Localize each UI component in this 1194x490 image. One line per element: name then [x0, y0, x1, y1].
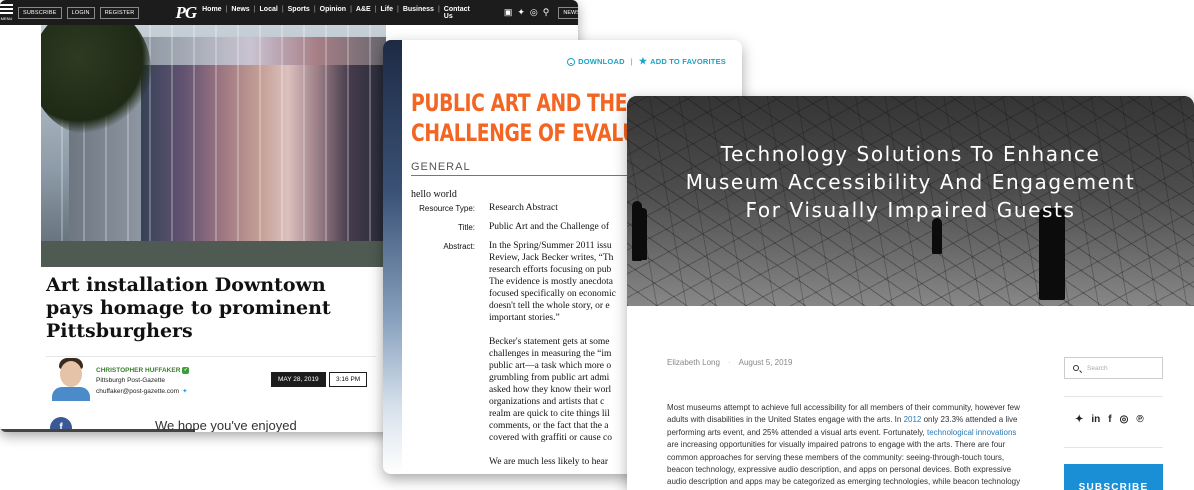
resource-type-value: Research Abstract [489, 203, 558, 213]
meta-separator: · [727, 358, 731, 367]
facebook-icon[interactable]: f [1108, 414, 1111, 425]
author-org: Pittsburgh Post-Gazette [96, 377, 166, 384]
author-email[interactable]: chuffaker@post-gazette.com [96, 388, 179, 395]
download-icon [567, 57, 576, 66]
nav-link-contact[interactable]: Contact Us [444, 6, 470, 20]
link-technological-innovations[interactable]: technological innovations [927, 428, 1016, 437]
article-body: Most museums attempt to achieve full acc… [667, 402, 1029, 490]
pinterest-icon[interactable]: ℗ [1136, 414, 1143, 425]
pg-nav-bar: MENU SUBSCRIBE LOGIN REGISTER PG Home | N… [0, 0, 578, 25]
subscribe-button[interactable]: SUBSCRIBE [18, 6, 62, 19]
nav-link-opinion[interactable]: Opinion [320, 6, 346, 20]
nav-separator: | [350, 5, 352, 13]
facebook-icon[interactable]: ▣ [504, 7, 513, 18]
sidebar-divider [1064, 396, 1163, 397]
nav-separator: | [396, 5, 399, 13]
author-name[interactable]: CHRISTOPHER HUFFAKER [96, 367, 180, 374]
login-button[interactable]: LOGIN [66, 6, 95, 19]
twitter-icon[interactable]: ✦ [517, 7, 525, 18]
register-button[interactable]: REGISTER [99, 6, 140, 19]
avatar-shirt [52, 387, 90, 401]
publish-time: 3:16 PM [329, 372, 368, 387]
search-input[interactable]: Search [1064, 357, 1163, 379]
menu-button[interactable]: MENU [0, 0, 13, 25]
article-meta: Elizabeth Long · August 5, 2019 [667, 358, 792, 367]
afta-sidebar-gradient [383, 40, 402, 474]
action-separator: | [630, 57, 633, 66]
photo-street [41, 241, 386, 267]
nav-link-sports[interactable]: Sports [288, 6, 310, 20]
nav-separator: | [437, 5, 440, 13]
star-icon: ★ [638, 56, 648, 66]
nav-separator: | [374, 5, 377, 13]
search-icon[interactable]: ⚲ [543, 7, 550, 18]
hamburger-icon [0, 4, 13, 6]
link-2012[interactable]: 2012 [904, 415, 922, 424]
nav-separator: | [281, 5, 284, 13]
nav-separator: | [225, 5, 228, 13]
body-text: are increasing opportunities for visuall… [667, 440, 1021, 490]
museum-hero-image: Technology Solutions To Enhance Museum A… [627, 96, 1194, 306]
title-label: Title: [457, 223, 475, 232]
nav-separator: | [313, 5, 316, 13]
resource-type-label: Resource Type: [419, 204, 475, 213]
newsletters-button[interactable]: NEWSLETTERS [558, 6, 578, 19]
download-link[interactable]: DOWNLOAD [578, 57, 625, 66]
article-hero-photo [41, 25, 386, 267]
nav-link-ae[interactable]: A&E [356, 6, 371, 20]
nav-link-business[interactable]: Business [403, 6, 434, 20]
pg-nav-links: Home | News | Local | Sports | Opinion | A&E |… [202, 6, 470, 20]
nav-link-life[interactable]: Life [381, 6, 393, 20]
author-name[interactable]: Elizabeth Long [667, 358, 720, 367]
hamburger-icon-bar [0, 8, 13, 10]
nav-link-news[interactable]: News [231, 6, 249, 20]
twitter-icon[interactable]: ✦ [1075, 414, 1083, 425]
title-line: Museum Accessibility And Engagement [685, 170, 1136, 194]
pg-social-icons: ▣ ✦ ◎ ⚲ [504, 7, 550, 18]
museum-article-window: Technology Solutions To Enhance Museum A… [627, 96, 1194, 490]
article-title: Technology Solutions To Enhance Museum A… [627, 140, 1194, 224]
verified-icon: ✓ [182, 367, 190, 374]
title-value: Public Art and the Challenge of [489, 222, 610, 232]
publish-date: August 5, 2019 [738, 358, 793, 367]
nav-separator: | [253, 5, 256, 13]
linkedin-icon[interactable]: in [1091, 414, 1100, 425]
avatar[interactable] [52, 357, 90, 401]
article-headline: Art installation Downtown pays homage to… [46, 274, 331, 342]
search-placeholder: Search [1087, 364, 1108, 372]
collage: MENU SUBSCRIBE LOGIN REGISTER PG Home | N… [0, 0, 1194, 490]
pg-logo[interactable]: PG [175, 3, 197, 23]
author-name-row: CHRISTOPHER HUFFAKER ✓ [96, 367, 190, 374]
avatar-face [60, 361, 82, 387]
subscribe-button[interactable]: SUBSCRIBE [1064, 464, 1163, 490]
menu-label: MENU [0, 16, 13, 21]
title-line: Technology Solutions To Enhance [720, 142, 1101, 166]
sidebar-divider [1064, 447, 1163, 448]
search-icon [1073, 365, 1079, 371]
instagram-icon[interactable]: ◎ [530, 7, 538, 18]
afta-actions: DOWNLOAD | ★ ADD TO FAVORITES [567, 56, 726, 67]
publish-date: MAY 28, 2019 [271, 372, 326, 387]
twitter-icon[interactable]: ✦ [182, 388, 187, 395]
title-line: For Visually Impaired Guests [745, 198, 1076, 222]
article-body-start: We hope you've enjoyed [155, 418, 297, 432]
abstract-label: Abstract: [443, 242, 475, 251]
add-to-favorites-link[interactable]: ADD TO FAVORITES [650, 57, 726, 66]
instagram-icon[interactable]: ◎ [1120, 414, 1129, 425]
author-byline: CHRISTOPHER HUFFAKER ✓ Pittsburgh Post-Ga… [46, 356, 376, 406]
hamburger-icon-bar [0, 12, 13, 14]
social-icons: ✦ in f ◎ ℗ [1075, 414, 1144, 425]
nav-link-home[interactable]: Home [202, 6, 221, 20]
nav-link-local[interactable]: Local [260, 6, 278, 20]
hello-text: hello world [411, 189, 457, 200]
author-email-row: chuffaker@post-gazette.com ✦ [96, 387, 188, 395]
